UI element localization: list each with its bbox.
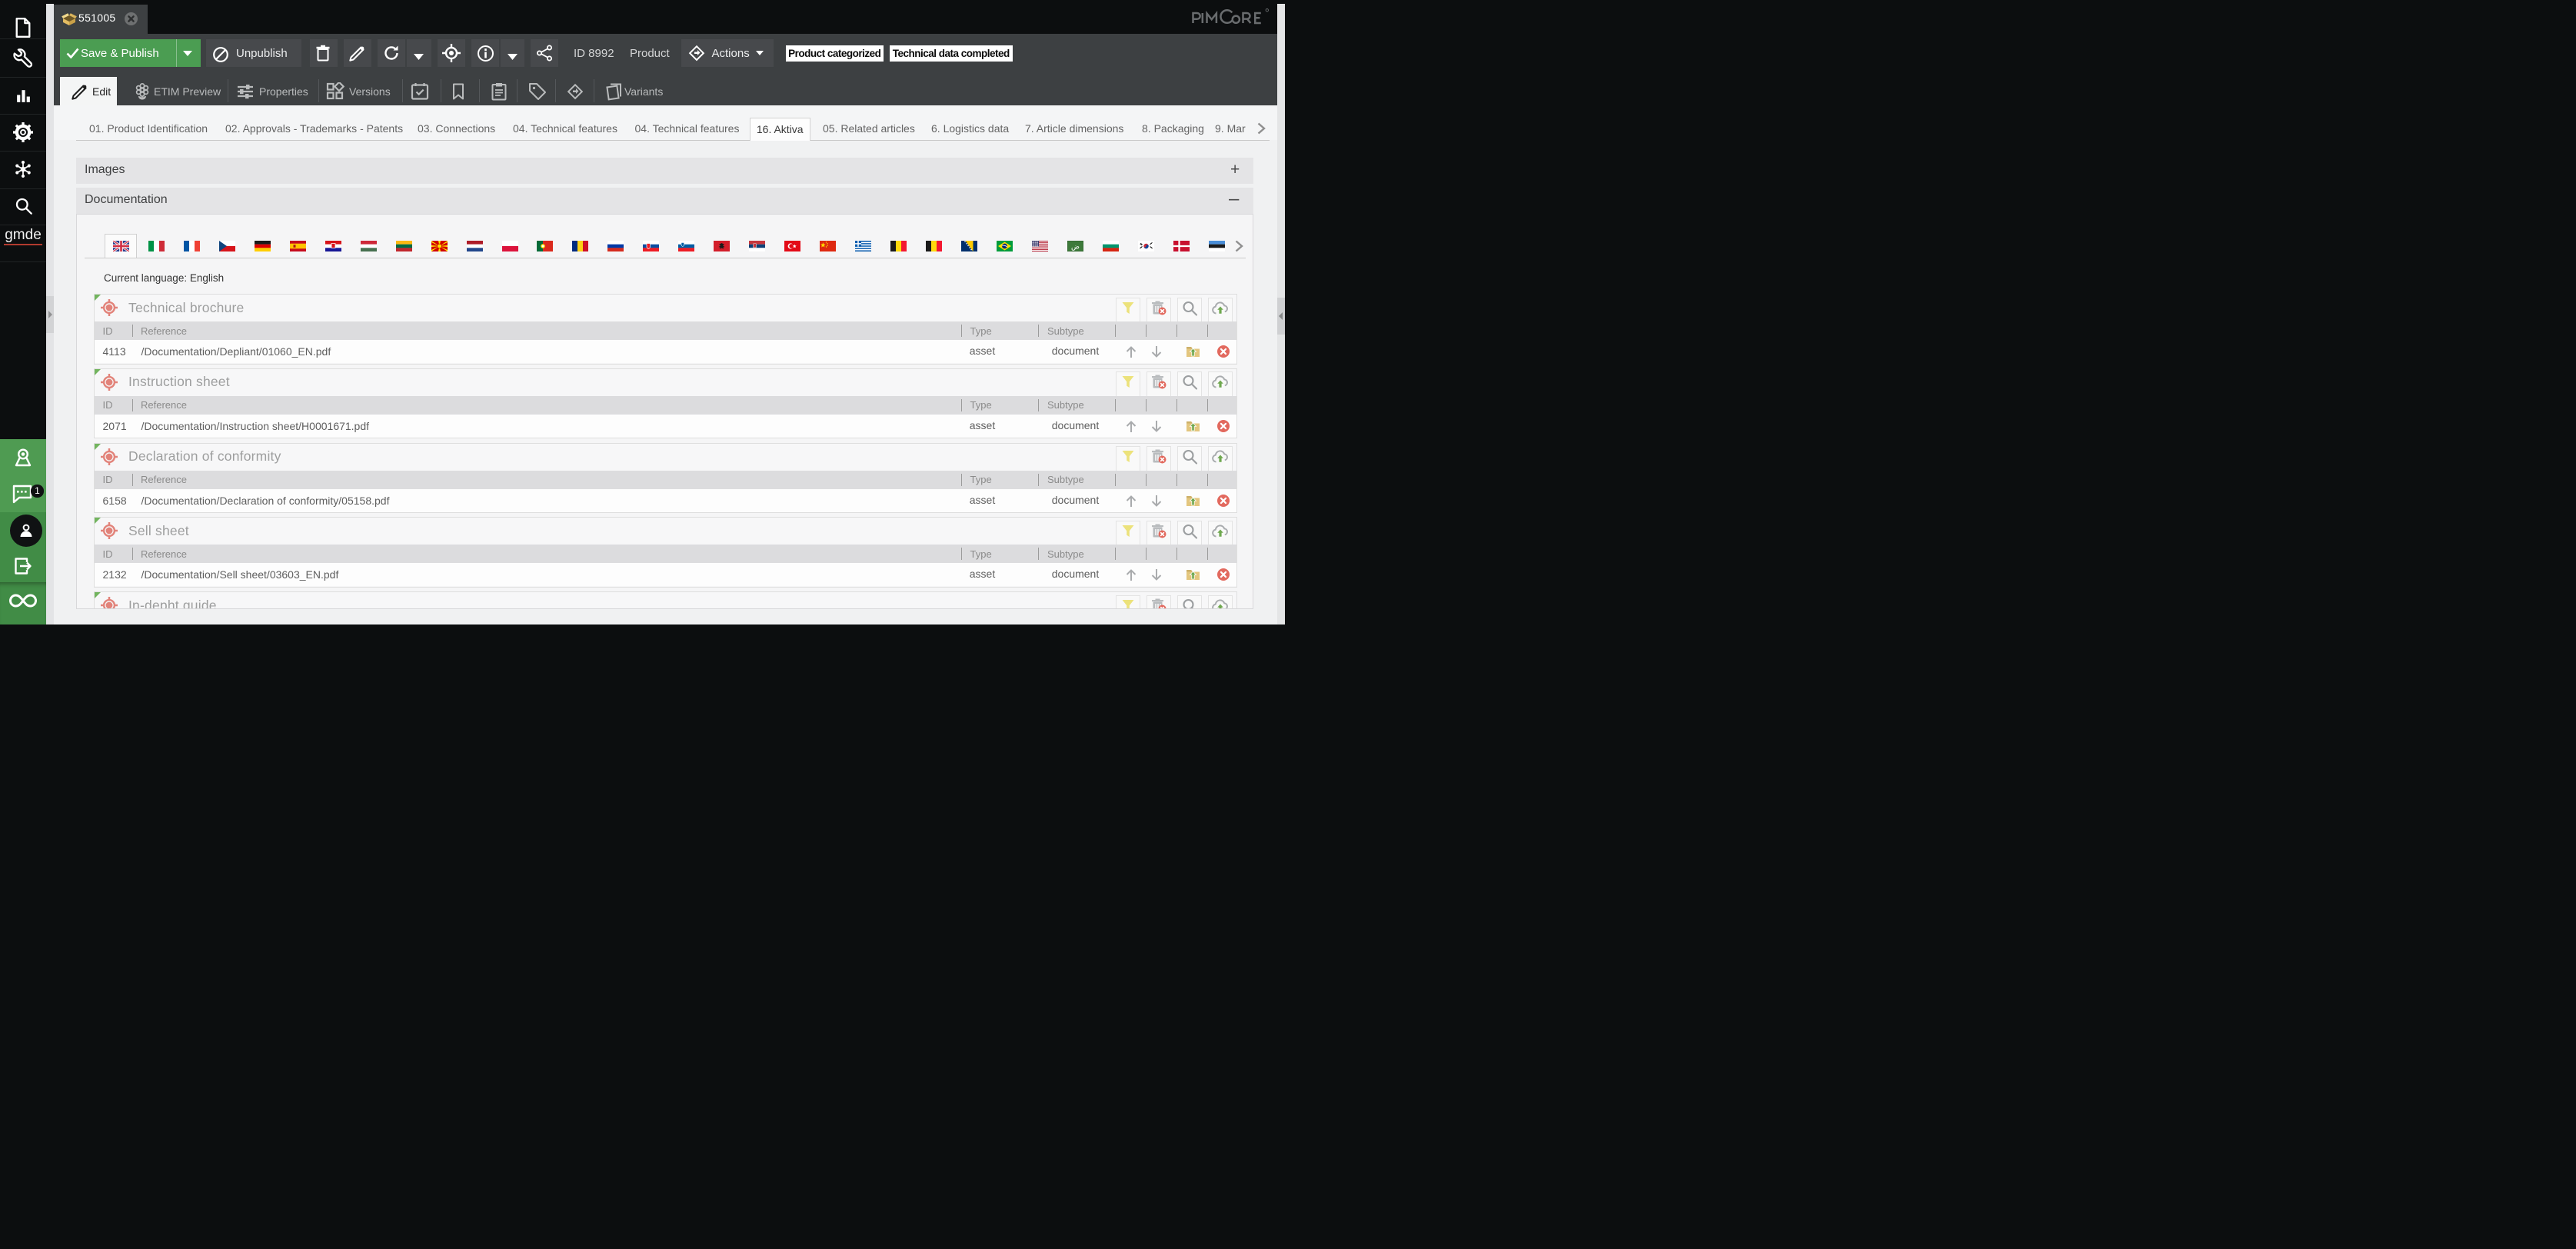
svg-text:ض: ض	[1071, 243, 1080, 251]
